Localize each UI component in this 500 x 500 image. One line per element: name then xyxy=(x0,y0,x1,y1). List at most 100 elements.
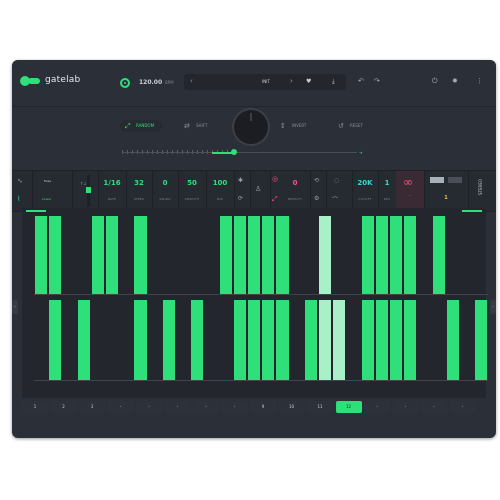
page-dot[interactable]: • xyxy=(449,401,476,413)
step-on[interactable] xyxy=(390,300,403,380)
step-on[interactable] xyxy=(77,300,90,380)
page-button-3[interactable]: 3 xyxy=(79,401,105,413)
download-icon[interactable]: ⤓ xyxy=(332,78,335,86)
heart-icon[interactable]: ♥ xyxy=(306,78,311,85)
prev-preset-icon[interactable]: ‹ xyxy=(190,77,193,85)
step-on[interactable] xyxy=(262,216,275,294)
bpm-value[interactable]: 120.00 xyxy=(139,79,162,86)
preset-name[interactable]: INIT xyxy=(246,79,286,84)
lfo-control[interactable]: ∞ ~ xyxy=(396,171,425,211)
step-on[interactable] xyxy=(49,300,62,380)
cutoff-control[interactable]: 20K CUTOFF xyxy=(352,171,379,211)
step-on[interactable] xyxy=(375,216,388,294)
page-button-12[interactable]: 12 xyxy=(335,401,362,413)
smooth-control[interactable]: 50 SMOOTH xyxy=(178,171,207,211)
page-dot[interactable]: • xyxy=(221,401,248,413)
step-on[interactable] xyxy=(134,216,147,294)
scroll-left-icon[interactable]: ‹ xyxy=(12,300,18,314)
page-dot[interactable]: • xyxy=(107,401,134,413)
page-button-10[interactable]: 10 xyxy=(278,401,305,413)
smooth-value[interactable]: 50 xyxy=(178,179,206,187)
step-on[interactable] xyxy=(276,216,289,294)
step-selected[interactable] xyxy=(319,300,332,380)
waveform-preview[interactable]: 1 xyxy=(424,171,469,211)
scroll-right-icon[interactable]: › xyxy=(490,300,496,314)
cutoff-value[interactable]: 20K xyxy=(352,179,378,187)
step-on[interactable] xyxy=(404,216,417,294)
sparkle-icon[interactable]: ✱ xyxy=(238,177,243,184)
res-control[interactable]: 1 RES xyxy=(378,171,397,211)
refresh-icon[interactable]: ⟲ xyxy=(314,177,319,184)
menu-icon[interactable]: ⋮ xyxy=(476,77,483,85)
mode-invert[interactable]: ↕ INVERT xyxy=(280,120,306,132)
step-on[interactable] xyxy=(91,216,104,294)
page-dot[interactable]: • xyxy=(136,401,162,413)
step-on[interactable] xyxy=(134,300,147,380)
step-selected[interactable] xyxy=(333,300,346,380)
step-on[interactable] xyxy=(49,216,62,294)
step-on[interactable] xyxy=(248,300,261,380)
step-on[interactable] xyxy=(475,300,488,380)
step-on[interactable] xyxy=(404,300,417,380)
next-preset-icon[interactable]: › xyxy=(290,77,293,85)
linear-curve-icon[interactable]: ⌇ xyxy=(17,195,20,203)
step-on[interactable] xyxy=(248,216,261,294)
page-button-1[interactable]: 1 xyxy=(22,401,48,413)
shape-ease[interactable]: Ease xyxy=(44,179,51,183)
step-on[interactable] xyxy=(191,300,204,380)
mix-control[interactable]: 100 MIX xyxy=(206,171,235,211)
step-on[interactable] xyxy=(233,300,246,380)
page-dot[interactable]: • xyxy=(364,401,390,413)
step-on[interactable] xyxy=(361,216,374,294)
density-value[interactable]: 0 xyxy=(280,179,310,187)
steps-control[interactable]: 32 STEPS xyxy=(126,171,153,211)
step-on[interactable] xyxy=(432,216,445,294)
division-toggle[interactable]: ↑↓ xyxy=(80,181,87,186)
res-value[interactable]: 1 xyxy=(378,179,396,187)
link-icon[interactable]: ⟳ xyxy=(238,195,243,202)
step-on[interactable] xyxy=(375,300,388,380)
step-on[interactable] xyxy=(219,216,232,294)
step-on[interactable] xyxy=(162,300,175,380)
waveform-thumb-1[interactable] xyxy=(430,177,444,183)
rate-control[interactable]: 1/16 RATE xyxy=(98,171,127,211)
shape-linear[interactable]: Linear xyxy=(42,197,51,201)
page-dot[interactable]: • xyxy=(392,401,419,413)
mode-reset[interactable]: ↺ RESET xyxy=(338,120,363,132)
ease-curve-icon[interactable]: ∿ xyxy=(17,177,23,185)
person-icon[interactable]: ♙ xyxy=(255,185,261,193)
step-on[interactable] xyxy=(361,300,374,380)
gear-icon[interactable]: ⚙ xyxy=(314,195,319,202)
steps-value[interactable]: 32 xyxy=(126,179,152,187)
rate-value[interactable]: 1/16 xyxy=(98,179,126,187)
step-on[interactable] xyxy=(233,216,246,294)
step-on[interactable] xyxy=(35,216,48,294)
swing-control[interactable]: 0 SWING xyxy=(152,171,179,211)
step-on[interactable] xyxy=(262,300,275,380)
step-on[interactable] xyxy=(446,300,459,380)
power-icon[interactable]: ⏻ xyxy=(432,77,438,86)
step-selected[interactable] xyxy=(319,216,332,294)
stereo-tab[interactable]: STEREO xyxy=(468,171,496,211)
lfo-value[interactable]: 1 xyxy=(424,195,468,201)
power-toggle[interactable] xyxy=(120,78,130,88)
main-knob[interactable] xyxy=(234,110,268,144)
waveform-thumb-2[interactable] xyxy=(448,177,462,183)
settings-icon[interactable]: ✹ xyxy=(452,77,458,85)
loop-end-marker[interactable] xyxy=(462,210,482,212)
preset-selector[interactable]: ‹ INIT › ♥ ⤓ xyxy=(184,74,346,90)
mode-shift[interactable]: ⇄ SHIFT xyxy=(184,120,207,132)
step-on[interactable] xyxy=(304,300,317,380)
page-dot[interactable]: • xyxy=(421,401,447,413)
page-button-2[interactable]: 2 xyxy=(50,401,77,413)
stereo-label[interactable]: STEREO xyxy=(478,179,483,195)
filter-power-icon[interactable]: ◌ xyxy=(334,177,339,184)
filter-shape-icon[interactable]: ⌒ xyxy=(332,195,338,204)
redo-icon[interactable]: ↷ xyxy=(374,77,380,85)
loop-start-marker[interactable] xyxy=(26,210,46,212)
slider-track[interactable] xyxy=(122,152,357,153)
page-button-9[interactable]: 9 xyxy=(250,401,276,413)
page-dot[interactable]: • xyxy=(193,401,219,413)
slider-thumb[interactable] xyxy=(231,149,237,155)
swing-value[interactable]: 0 xyxy=(152,179,178,187)
